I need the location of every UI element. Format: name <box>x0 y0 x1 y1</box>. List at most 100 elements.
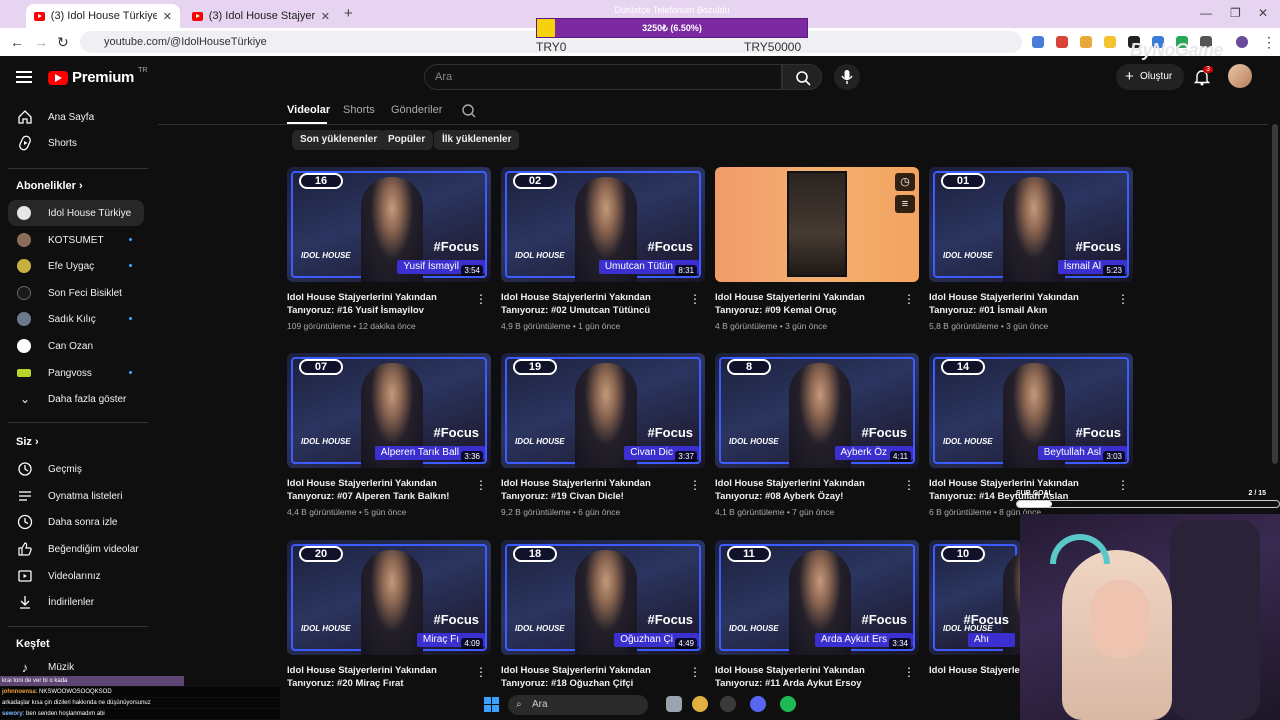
video-title[interactable]: Idol House Stajyerlerini Yakından Tanıyo… <box>287 664 477 690</box>
search-input[interactable]: Ara <box>424 64 782 90</box>
video-thumbnail[interactable]: 01 IDOL HOUSE #Focus İsmail Al 5:23 <box>929 167 1133 282</box>
tab-posts[interactable]: Gönderiler <box>391 104 442 116</box>
close-tab-icon[interactable]: ✕ <box>163 10 172 23</box>
video-card[interactable]: 8 IDOL HOUSE #Focus Ayberk Öz 4:11 Idol House… <box>715 353 919 517</box>
video-thumbnail[interactable]: 20 IDOL HOUSE #Focus Miraç Fı 4:09 <box>287 540 491 655</box>
video-thumbnail[interactable]: 19 IDOL HOUSE #Focus Civan Dic 3:37 <box>501 353 705 468</box>
video-thumbnail[interactable]: 16 IDOL HOUSE #Focus Yusif İsmayil 3:54 <box>287 167 491 282</box>
watch-later-icon[interactable]: ◷ <box>895 173 915 191</box>
youtube-logo[interactable]: Premium TR <box>48 67 147 86</box>
browser-tab-youtube[interactable]: (3) Idol House Türkiye - YouTube ✕ <box>26 4 180 28</box>
more-options-icon[interactable]: ⋮ <box>903 292 915 306</box>
video-card[interactable]: 02 IDOL HOUSE #Focus Umutcan Tütün 8:31 Idol … <box>501 167 705 331</box>
add-to-queue-icon[interactable]: ≡ <box>895 195 915 213</box>
menu-icon[interactable] <box>16 71 32 83</box>
tab-videos[interactable]: Videolar <box>287 104 330 116</box>
video-title[interactable]: Idol House Stajyerlerini Yakından Tanıyo… <box>287 477 477 503</box>
chip-latest[interactable]: Son yüklenenler <box>292 130 386 150</box>
taskbar-search[interactable]: ⌕ Ara <box>508 695 648 715</box>
sidebar-item-playlists[interactable]: Oynatma listeleri <box>8 483 144 509</box>
video-title[interactable]: Idol House Stajyerlerini Yakından Tanıyo… <box>715 664 905 690</box>
video-thumbnail[interactable]: 11 IDOL HOUSE #Focus Arda Aykut Ers 3:34 <box>715 540 919 655</box>
sidebar-item-idol-house[interactable]: Idol House Türkiye <box>8 200 144 226</box>
video-card[interactable]: 10 IDOL HOUSE #Focus Ahı Idol House Stajyerl… <box>929 540 1021 676</box>
video-title[interactable]: Idol House Stajyerlerini Yakından Tanıyo… <box>501 664 691 690</box>
sidebar-item-your-videos[interactable]: Videolarınız <box>8 563 144 589</box>
chip-oldest[interactable]: İlk yüklenenler <box>434 130 520 150</box>
browser-menu-icon[interactable]: ⋮ <box>1262 34 1276 51</box>
sidebar-item-history[interactable]: Geçmiş <box>8 456 144 482</box>
extension-icon[interactable] <box>1104 36 1116 48</box>
file-explorer-icon[interactable] <box>666 696 682 712</box>
tab-shorts[interactable]: Shorts <box>343 104 375 116</box>
more-options-icon[interactable]: ⋮ <box>689 665 701 679</box>
sidebar-item-sadik-kilic[interactable]: Sadık Kılıç <box>8 306 144 332</box>
spotify-icon[interactable] <box>780 696 796 712</box>
more-options-icon[interactable]: ⋮ <box>903 665 915 679</box>
sidebar-item-can-ozan[interactable]: Can Ozan <box>8 333 144 359</box>
more-options-icon[interactable]: ⋮ <box>903 478 915 492</box>
steam-icon[interactable] <box>720 696 736 712</box>
sidebar-item-shorts[interactable]: Shorts <box>8 130 144 156</box>
reload-icon[interactable]: ↻ <box>57 34 69 51</box>
video-thumbnail[interactable]: 10 IDOL HOUSE #Focus Ahı <box>929 540 1021 655</box>
more-options-icon[interactable]: ⋮ <box>689 478 701 492</box>
you-heading[interactable]: Siz › <box>16 436 39 448</box>
discord-icon[interactable] <box>750 696 766 712</box>
chip-popular[interactable]: Popüler <box>380 130 434 150</box>
sidebar-item-pangvoss[interactable]: Pangvoss <box>8 360 144 386</box>
video-card[interactable]: 07 IDOL HOUSE #Focus Alperen Tarık Ball 3:36… <box>287 353 491 517</box>
channel-search-icon[interactable] <box>461 103 477 119</box>
sidebar-item-kotsumet[interactable]: KOTSUMET <box>8 227 144 253</box>
voice-search-button[interactable] <box>834 64 860 90</box>
more-options-icon[interactable]: ⋮ <box>689 292 701 306</box>
video-card[interactable]: 20 IDOL HOUSE #Focus Miraç Fı 4:09 Idol House… <box>287 540 491 689</box>
video-thumbnail[interactable]: 18 IDOL HOUSE #Focus Oğuzhan Çi 4:49 <box>501 540 705 655</box>
close-window-icon[interactable]: ✕ <box>1258 6 1268 20</box>
video-card[interactable]: 16 IDOL HOUSE #Focus Yusif İsmayil 3:54 Idol … <box>287 167 491 331</box>
video-thumbnail[interactable]: ◷ ≡ <box>715 167 919 282</box>
extension-icon[interactable] <box>1056 36 1068 48</box>
video-title[interactable]: Idol House Stajyerlerini Yakından Tanıyo… <box>287 291 477 317</box>
video-card[interactable]: ◷ ≡ Idol House Stajyerlerini Yakından Tanı… <box>715 167 919 331</box>
video-title[interactable]: Idol House Stajyerlerini Yakından Tanıyo… <box>715 291 905 317</box>
translate-icon[interactable] <box>1032 36 1044 48</box>
sidebar-item-home[interactable]: Ana Sayfa <box>8 104 144 130</box>
more-options-icon[interactable]: ⋮ <box>475 478 487 492</box>
sidebar-item-liked-videos[interactable]: Beğendiğim videolar <box>8 536 144 562</box>
video-card[interactable]: 14 IDOL HOUSE #Focus Beytullah Asl 3:03 Idol … <box>929 353 1133 517</box>
more-options-icon[interactable]: ⋮ <box>475 665 487 679</box>
video-card[interactable]: 11 IDOL HOUSE #Focus Arda Aykut Ers 3:34 Idol… <box>715 540 919 689</box>
minimize-icon[interactable]: — <box>1200 6 1212 20</box>
video-title[interactable]: Idol House Stajyerlerini Yakından Tanıyo… <box>929 664 1021 677</box>
extension-icon[interactable] <box>1080 36 1092 48</box>
sidebar-item-watch-later[interactable]: Daha sonra izle <box>8 509 144 535</box>
account-avatar[interactable] <box>1228 64 1252 88</box>
show-more-button[interactable]: ⌄ Daha fazla göster <box>8 386 144 412</box>
video-thumbnail[interactable]: 14 IDOL HOUSE #Focus Beytullah Asl 3:03 <box>929 353 1133 468</box>
video-thumbnail[interactable]: 07 IDOL HOUSE #Focus Alperen Tarık Ball 3:36 <box>287 353 491 468</box>
video-title[interactable]: Idol House Stajyerlerini Yakından Tanıyo… <box>929 291 1119 317</box>
video-thumbnail[interactable]: 8 IDOL HOUSE #Focus Ayberk Öz 4:11 <box>715 353 919 468</box>
browser-tab-video[interactable]: (3) Idol House Stajyerlerini Yakın ✕ <box>184 4 338 28</box>
video-title[interactable]: Idol House Stajyerlerini Yakından Tanıyo… <box>715 477 905 503</box>
sidebar-item-son-feci-bisiklet[interactable]: Son Feci Bisiklet <box>8 280 144 306</box>
new-tab-icon[interactable]: + <box>344 5 353 22</box>
create-button[interactable]: + Oluştur <box>1116 64 1184 90</box>
maximize-icon[interactable]: ❐ <box>1230 6 1241 20</box>
more-options-icon[interactable]: ⋮ <box>1117 292 1129 306</box>
video-title[interactable]: Idol House Stajyerlerini Yakından Tanıyo… <box>501 477 691 503</box>
video-card[interactable]: 19 IDOL HOUSE #Focus Civan Dic 3:37 Idol Hous… <box>501 353 705 517</box>
video-title[interactable]: Idol House Stajyerlerini Yakından Tanıyo… <box>501 291 691 317</box>
page-scrollbar[interactable] <box>1272 124 1278 464</box>
chrome-icon[interactable] <box>692 696 708 712</box>
more-options-icon[interactable]: ⋮ <box>475 292 487 306</box>
sidebar-item-efe-uygac[interactable]: Efe Uygaç <box>8 253 144 279</box>
subscriptions-heading[interactable]: Abonelikler › <box>16 180 83 192</box>
video-thumbnail[interactable]: 02 IDOL HOUSE #Focus Umutcan Tütün 8:31 <box>501 167 705 282</box>
close-tab-icon[interactable]: ✕ <box>321 10 330 23</box>
sidebar-item-downloads[interactable]: İndirilenler <box>8 589 144 615</box>
profile-icon[interactable] <box>1236 36 1248 48</box>
video-card[interactable]: 01 IDOL HOUSE #Focus İsmail Al 5:23 Idol Hous… <box>929 167 1133 331</box>
search-button[interactable] <box>782 64 822 90</box>
